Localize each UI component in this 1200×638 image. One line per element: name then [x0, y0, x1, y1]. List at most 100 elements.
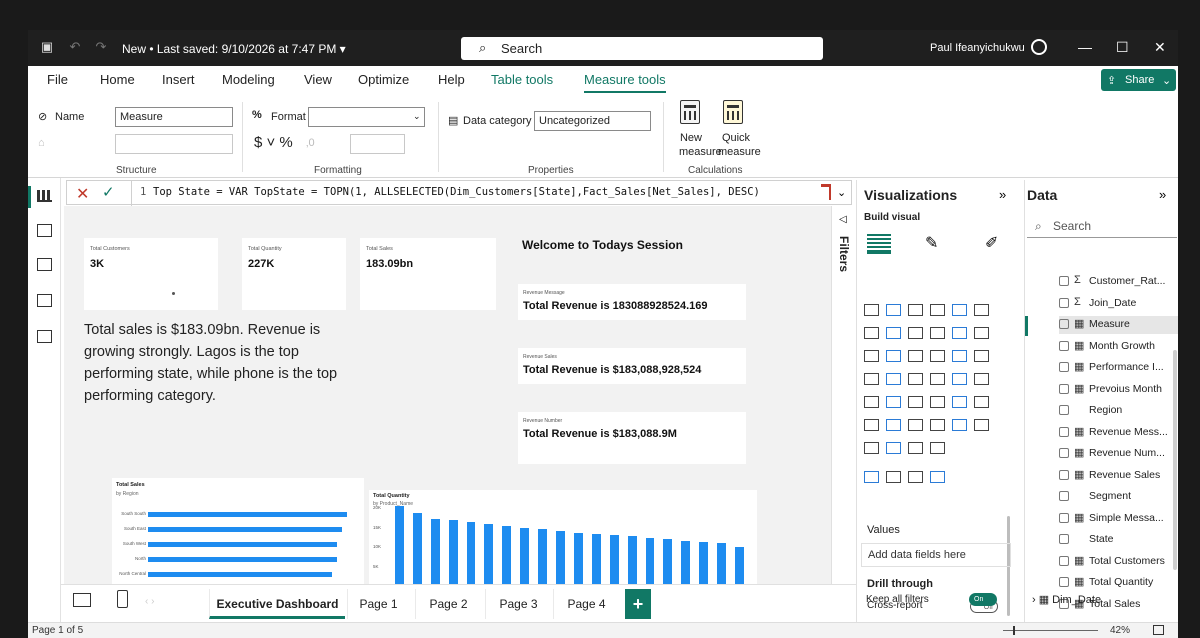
decomposition-icon[interactable]	[863, 417, 879, 431]
card-icon[interactable]	[951, 371, 967, 385]
data-scrollbar[interactable]	[1173, 350, 1177, 570]
bar[interactable]	[430, 518, 440, 586]
goals-icon[interactable]	[863, 440, 879, 454]
minimize-icon[interactable]: —	[1078, 39, 1092, 55]
custom-icon[interactable]	[929, 469, 945, 483]
arrow-icon[interactable]	[907, 440, 923, 454]
data-category-dropdown[interactable]: Uncategorized	[534, 111, 651, 131]
tmdl-view-icon[interactable]	[37, 330, 52, 343]
key-influencers-icon[interactable]	[973, 394, 989, 408]
table-icon[interactable]	[885, 394, 901, 408]
clustered-bar-icon[interactable]	[907, 302, 923, 316]
bar[interactable]	[735, 546, 744, 586]
bar[interactable]	[148, 512, 347, 517]
revenue-number-card[interactable]: Revenue Number Total Revenue is $183,088…	[518, 412, 746, 464]
field-item[interactable]: ▦ Prevoius Month	[1059, 381, 1178, 399]
trophy-icon[interactable]	[907, 469, 923, 483]
decimal-icon[interactable]: ‚0	[306, 137, 315, 149]
bar[interactable]	[412, 512, 422, 586]
bar[interactable]	[699, 541, 709, 586]
menu-view[interactable]: View	[304, 72, 332, 87]
stacked-bar-icon[interactable]	[863, 302, 879, 316]
report-view-icon[interactable]	[37, 190, 52, 202]
zoom-thumb[interactable]	[1013, 626, 1015, 635]
bar[interactable]	[394, 506, 404, 586]
revenue-sales-card[interactable]: Revenue Sales Total Revenue is $183,088,…	[518, 348, 746, 384]
power-apps-icon[interactable]	[929, 417, 945, 431]
azure-map-icon[interactable]	[907, 371, 923, 385]
report-canvas[interactable]: Total Customers 3K Total Quantity 227K T…	[64, 206, 852, 606]
quick-measure-label[interactable]: Quick measure	[718, 131, 761, 159]
bar[interactable]	[663, 539, 673, 586]
revenue-message-card[interactable]: Revenue Message Total Revenue is 1830889…	[518, 284, 746, 320]
gauge-icon[interactable]	[929, 371, 945, 385]
r-visual-icon[interactable]	[929, 394, 945, 408]
field-checkbox[interactable]	[1059, 383, 1069, 394]
matrix-icon[interactable]	[907, 394, 923, 408]
ribbon-icon[interactable]	[863, 348, 879, 362]
100-bar-icon[interactable]	[951, 302, 967, 316]
dax-query-icon[interactable]	[37, 294, 52, 307]
field-item[interactable]: ▦ Simple Messa...	[1059, 510, 1178, 528]
redo-icon[interactable]: ↷	[94, 40, 108, 54]
save-icon[interactable]: ▣	[40, 40, 54, 54]
field-checkbox[interactable]	[1059, 512, 1069, 523]
new-measure-label[interactable]: New measure	[679, 131, 722, 159]
add-fields-well[interactable]: Add data fields here	[861, 543, 1011, 567]
bar[interactable]	[556, 531, 565, 586]
field-item[interactable]: ▦ Total Customers	[1059, 553, 1178, 571]
line-clustered-icon[interactable]	[973, 325, 989, 339]
bar[interactable]	[538, 529, 548, 586]
bar[interactable]	[148, 527, 342, 532]
menu-table-tools[interactable]: Table tools	[491, 72, 553, 87]
field-checkbox[interactable]	[1059, 448, 1069, 458]
smart-narrative[interactable]: Total sales is $183.09bn. Revenue is gro…	[84, 319, 340, 407]
field-checkbox[interactable]	[1059, 297, 1069, 308]
currency-symbols[interactable]: $ ˅ %	[254, 134, 293, 151]
collapse-pane-icon[interactable]: »	[999, 187, 1006, 202]
field-item[interactable]: ▦ Month Growth	[1059, 338, 1178, 356]
bar[interactable]	[627, 536, 637, 586]
keep-filters-toggle[interactable]: On	[969, 593, 997, 606]
tab-page-1[interactable]: Page 1	[347, 589, 409, 619]
narrative-icon[interactable]	[951, 417, 967, 431]
map-icon[interactable]	[885, 371, 901, 385]
bar[interactable]	[466, 522, 476, 586]
clustered-column-icon[interactable]	[929, 302, 945, 316]
close-icon[interactable]: ✕	[1154, 39, 1166, 56]
image-icon[interactable]	[973, 417, 989, 431]
field-checkbox[interactable]	[1059, 555, 1069, 566]
bar[interactable]	[609, 535, 619, 586]
field-item[interactable]: ▦ Revenue Sales	[1059, 467, 1178, 485]
bar[interactable]	[645, 538, 655, 586]
bar[interactable]	[448, 520, 458, 586]
table-view-icon[interactable]	[37, 224, 52, 237]
field-item[interactable]: Σ Join_Date	[1059, 295, 1178, 313]
field-checkbox[interactable]	[1059, 577, 1069, 587]
document-title[interactable]: New • Last saved: 9/10/2026 at 7:47 PM ▾	[122, 42, 346, 56]
undo-icon[interactable]: ↶	[68, 40, 82, 54]
mobile-view-icon[interactable]	[117, 590, 128, 608]
decimal-places-input[interactable]	[350, 134, 405, 154]
menu-optimize[interactable]: Optimize	[358, 72, 409, 87]
bar[interactable]	[148, 542, 337, 547]
dim-date-table[interactable]: › ▦ Dim_Date	[1032, 593, 1101, 606]
tab-page-2[interactable]: Page 2	[415, 589, 481, 619]
100-column-icon[interactable]	[973, 302, 989, 316]
field-item[interactable]: ▦ Total Quantity	[1059, 574, 1178, 592]
field-item[interactable]: ▦ Revenue Mess...	[1059, 424, 1178, 442]
python-visual-icon[interactable]	[951, 394, 967, 408]
home-table-dropdown[interactable]	[115, 134, 233, 154]
filters-pane-collapsed[interactable]: ◁ Filters	[831, 206, 855, 586]
field-item[interactable]: Σ Customer_Rat...	[1059, 273, 1178, 291]
treemap-icon[interactable]	[863, 371, 879, 385]
field-checkbox[interactable]	[1059, 340, 1069, 351]
bar[interactable]	[484, 524, 494, 586]
field-checkbox[interactable]	[1059, 319, 1069, 329]
bar[interactable]	[148, 572, 332, 577]
line-column-icon[interactable]	[951, 325, 967, 339]
maximize-icon[interactable]: ☐	[1116, 39, 1129, 56]
donut-icon[interactable]	[973, 348, 989, 362]
model-view-icon[interactable]	[37, 258, 52, 271]
kpi-card-quantity[interactable]: Total Quantity 227K	[242, 238, 346, 310]
